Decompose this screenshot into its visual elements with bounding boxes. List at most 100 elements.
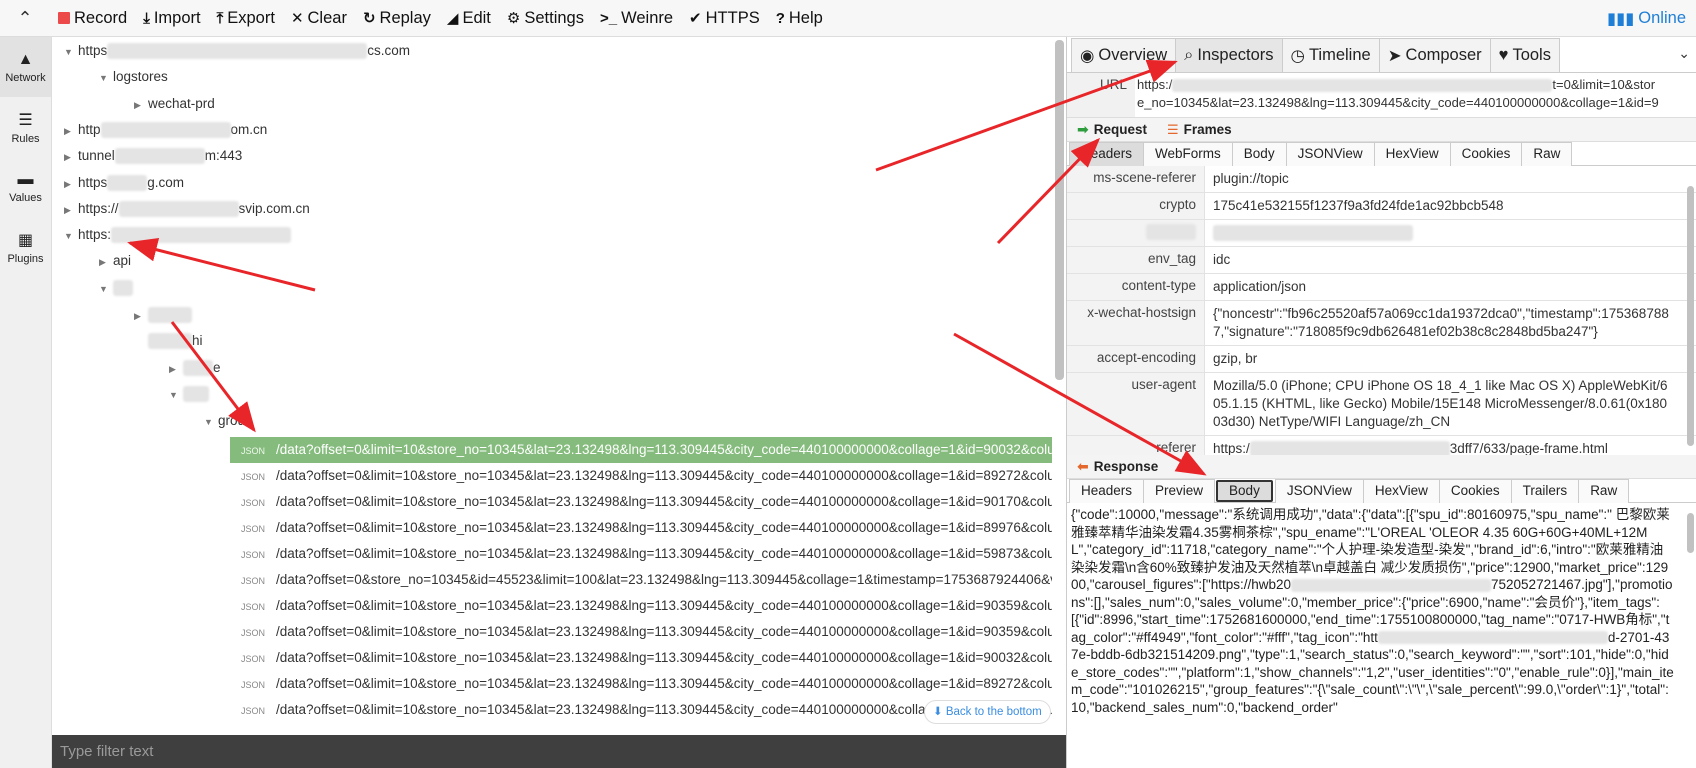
tree-scrollbar[interactable] [1055, 40, 1064, 380]
top-toolbar: ⌃ Record ⤓ Import ⤒ Export ✕ Clear ↻ Replay … [0, 0, 1696, 37]
online-status[interactable]: ▮▮▮ Online [1607, 0, 1686, 37]
tab-composer[interactable]: ➤ Composer [1378, 38, 1491, 72]
frames-toggle[interactable]: ☰ Frames [1167, 122, 1232, 138]
tree-node-folder[interactable]: ▼ logstores [99, 65, 168, 89]
response-body[interactable]: {"code":10000,"message":"系统调用成功","data":… [1067, 503, 1696, 743]
tab-overview[interactable]: ◉ Overview [1071, 38, 1177, 72]
back-to-bottom-button[interactable]: ⬇ Back to the bottom [924, 700, 1051, 724]
tree-node-host[interactable]: ▼ https: [64, 223, 292, 247]
request-tabs: Headers WebForms Body JSONView HexView C… [1067, 141, 1696, 166]
sidebar-item-network[interactable]: ▲ Network [0, 37, 51, 97]
header-row-redacted [1067, 220, 1696, 247]
tab-response-cookies[interactable]: Cookies [1438, 478, 1512, 503]
tree-node-host[interactable]: ▶ http om.cn [64, 118, 267, 142]
tab-response-jsonview[interactable]: JSONView [1274, 478, 1364, 503]
settings-button[interactable]: ⚙ Settings [499, 0, 592, 37]
caret-right-icon: ▶ [134, 100, 141, 110]
arrow-down-icon: ⬇ [933, 706, 946, 718]
detail-panel: ◉ Overview ⌕ Inspectors ◷ Timeline ➤ Compose… [1066, 37, 1696, 768]
tree-node-host[interactable]: ▶ tunnel m:443 [64, 144, 242, 168]
replay-button[interactable]: ↻ Replay [355, 0, 439, 37]
tab-request-hexview[interactable]: HexView [1373, 141, 1451, 166]
request-row[interactable]: JSON/data?offset=0&limit=10&store_no=103… [230, 489, 1052, 515]
tab-inspectors[interactable]: ⌕ Inspectors [1175, 38, 1283, 72]
export-icon: ⤒ [216, 9, 224, 27]
header-row: x-wechat-hostsign {"noncestr":"fb96c25520… [1067, 301, 1696, 346]
tree-node-host[interactable]: ▶ https://svip.com.cn [64, 197, 310, 221]
record-button[interactable]: Record [50, 0, 135, 37]
header-row: accept-encoding gzip, br [1067, 346, 1696, 373]
tab-response-trailers[interactable]: Trailers [1510, 478, 1580, 503]
response-toggle[interactable]: ⬅ Response [1077, 458, 1158, 475]
frames-icon: ☰ [1167, 121, 1179, 137]
sidebar-item-values[interactable]: ▬ Values [0, 157, 51, 217]
tab-request-body[interactable]: Body [1231, 141, 1287, 166]
help-icon: ? [775, 9, 785, 27]
tab-response-preview[interactable]: Preview [1143, 478, 1216, 503]
sidebar-item-plugins[interactable]: ▦ Plugins [0, 217, 51, 277]
request-row[interactable]: JSON/data?offset=0&limit=10&store_no=103… [230, 541, 1052, 567]
tab-request-raw[interactable]: Raw [1521, 141, 1573, 166]
request-row[interactable]: JSON/data?offset=0&limit=10&store_no=103… [230, 671, 1052, 697]
tab-request-webforms[interactable]: WebForms [1143, 141, 1233, 166]
request-toggle[interactable]: ➡ Request [1077, 121, 1147, 138]
redacted-text [183, 386, 209, 403]
tab-request-cookies[interactable]: Cookies [1449, 141, 1523, 166]
request-row[interactable]: JSON/data?offset=0&limit=10&store_no=103… [230, 619, 1052, 645]
tree-node-folder[interactable]: ▶ api [99, 249, 131, 273]
arrow-left-icon: ⬅ [1077, 458, 1089, 474]
tab-tools[interactable]: ♥ Tools [1489, 38, 1560, 72]
tab-response-body[interactable]: Body [1216, 479, 1273, 502]
left-sidebar: ▲ Network ☰ Rules ▬ Values ▦ Plugins [0, 37, 52, 768]
arrow-right-icon: ➡ [1077, 121, 1089, 137]
export-button[interactable]: ⤒ Export [209, 0, 283, 37]
tree-node-folder[interactable]: ▶ e [169, 356, 221, 380]
tab-timeline[interactable]: ◷ Timeline [1281, 38, 1380, 72]
folder-icon: ▬ [17, 170, 34, 188]
caret-down-icon: ▼ [99, 73, 108, 83]
tree-node-folder[interactable]: ▼ [169, 382, 209, 406]
request-headers-table: ms-scene-referer plugin://topic crypto 175… [1067, 166, 1696, 455]
list-icon: ☰ [18, 111, 33, 129]
header-row: env_tag idc [1067, 247, 1696, 274]
tree-node-folder[interactable]: ▶ [134, 303, 192, 327]
caret-right-icon: ▶ [64, 205, 71, 215]
tab-request-jsonview[interactable]: JSONView [1285, 141, 1375, 166]
url-row: URL https:/t=0&limit=10&stor e_no=10345&… [1067, 73, 1696, 118]
header-row: user-agent Mozilla/5.0 (iPhone; CPU iPhon… [1067, 373, 1696, 436]
body-scrollbar[interactable] [1687, 513, 1694, 553]
sidebar-item-rules[interactable]: ☰ Rules [0, 97, 51, 157]
request-row[interactable]: JSON/data?offset=0&limit=10&store_no=103… [230, 437, 1052, 463]
chevron-down-icon[interactable]: ⌄ [1678, 45, 1690, 62]
headers-scrollbar[interactable] [1687, 186, 1694, 446]
tree-node-folder[interactable]: ▼ [99, 276, 133, 300]
caret-down-icon: ▼ [204, 417, 213, 427]
caret-right-icon: ▶ [64, 152, 71, 162]
tree-node-folder[interactable]: hi [134, 329, 203, 353]
tree-node-host[interactable]: ▶ https g.com [64, 171, 184, 195]
filter-input[interactable] [52, 735, 1068, 768]
tree-node-folder[interactable]: ▼ grou [204, 409, 245, 433]
request-row[interactable]: JSON/data?offset=0&limit=10&store_no=103… [230, 593, 1052, 619]
request-row[interactable]: JSON/data?offset=0&store_no=10345&id=455… [230, 567, 1052, 593]
collapse-icon[interactable]: ⌃ [0, 8, 50, 29]
tab-response-headers[interactable]: Headers [1069, 478, 1145, 503]
tree-node-host[interactable]: ▼ https cs.com [64, 39, 410, 63]
tree-node-folder[interactable]: ▶ wechat-prd [134, 92, 215, 116]
import-button[interactable]: ⤓ Import [135, 0, 208, 37]
help-button[interactable]: ? Help [768, 0, 831, 37]
tab-response-hexview[interactable]: HexView [1362, 478, 1440, 503]
header-row: ms-scene-referer plugin://topic [1067, 166, 1696, 193]
tab-request-headers[interactable]: Headers [1069, 141, 1145, 166]
request-row[interactable]: JSON/data?offset=0&limit=10&store_no=103… [230, 645, 1052, 671]
weinre-button[interactable]: >_ Weinre [592, 0, 681, 37]
https-button[interactable]: ✔ HTTPS [681, 0, 768, 37]
edit-button[interactable]: ◢ Edit [439, 0, 499, 37]
edit-icon: ◢ [446, 10, 459, 27]
tab-response-raw[interactable]: Raw [1578, 478, 1630, 503]
request-row[interactable]: JSON/data?offset=0&limit=10&store_no=103… [230, 515, 1052, 541]
redacted-text [118, 201, 239, 218]
request-row[interactable]: JSON/data?offset=0&limit=10&store_no=103… [230, 463, 1052, 489]
clear-button[interactable]: ✕ Clear [283, 0, 355, 37]
bar-chart-icon: ▮▮▮ [1607, 9, 1635, 28]
